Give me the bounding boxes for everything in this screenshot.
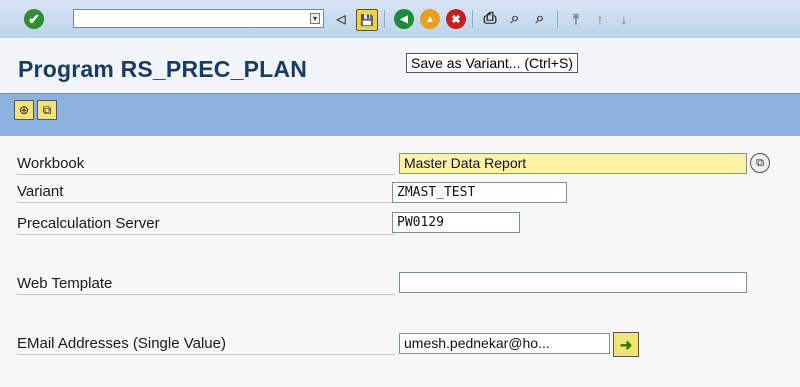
multiple-selection-icon[interactable]: ➜ bbox=[613, 332, 639, 357]
nav-back-icon[interactable]: ◀ bbox=[394, 9, 414, 29]
separator bbox=[557, 10, 558, 28]
precalculation-server-field[interactable]: PW0129 bbox=[392, 212, 520, 233]
first-page-icon[interactable]: ⤒ bbox=[566, 9, 586, 29]
cancel-icon[interactable]: ✖ bbox=[446, 9, 466, 29]
web-template-label: Web Template bbox=[17, 274, 395, 295]
prev-page-icon[interactable]: ↑ bbox=[590, 9, 610, 29]
separator bbox=[472, 10, 473, 28]
command-field[interactable]: ▾ bbox=[73, 9, 324, 28]
workbook-label: Workbook bbox=[17, 154, 395, 175]
precalculation-server-label: Precalculation Server bbox=[17, 214, 395, 235]
email-addresses-label: EMail Addresses (Single Value) bbox=[17, 334, 395, 355]
web-template-field[interactable] bbox=[399, 272, 747, 293]
system-toolbar: ✔ ▾ ◁ 💾 ◀ ▲ ✖ ⎙ ⌕ ⌕ ⤒ ↑ ↓ bbox=[0, 0, 800, 39]
back-icon[interactable]: ◁ bbox=[331, 9, 351, 29]
get-variant-icon[interactable]: ⧉ bbox=[37, 100, 57, 120]
title-bar: Program RS_PREC_PLAN bbox=[0, 38, 800, 93]
save-icon[interactable]: 💾 bbox=[356, 9, 378, 31]
print-icon[interactable]: ⎙ bbox=[480, 9, 500, 29]
email-addresses-field[interactable]: umesh.pednekar@ho... bbox=[399, 333, 610, 354]
dropdown-icon[interactable]: ▾ bbox=[310, 13, 320, 24]
enter-icon[interactable]: ✔ bbox=[24, 9, 44, 29]
workbook-field[interactable]: Master Data Report bbox=[399, 153, 747, 174]
save-as-variant-tooltip: Save as Variant... (Ctrl+S) bbox=[406, 53, 578, 73]
find-icon[interactable]: ⌕ bbox=[505, 9, 525, 29]
execute-icon[interactable]: ⊕ bbox=[14, 100, 34, 120]
application-toolbar: ⊕ ⧉ bbox=[0, 93, 800, 137]
exit-icon[interactable]: ▲ bbox=[420, 9, 440, 29]
page-title: Program RS_PREC_PLAN bbox=[18, 56, 308, 82]
next-page-icon[interactable]: ↓ bbox=[614, 9, 634, 29]
variant-field[interactable]: ZMAST_TEST bbox=[392, 182, 567, 203]
separator bbox=[384, 10, 385, 28]
find-next-icon[interactable]: ⌕ bbox=[530, 9, 550, 29]
selection-screen: Workbook Master Data Report ⧉ Variant ZM… bbox=[0, 136, 800, 387]
value-help-icon[interactable]: ⧉ bbox=[750, 153, 770, 173]
variant-label: Variant bbox=[17, 182, 395, 203]
